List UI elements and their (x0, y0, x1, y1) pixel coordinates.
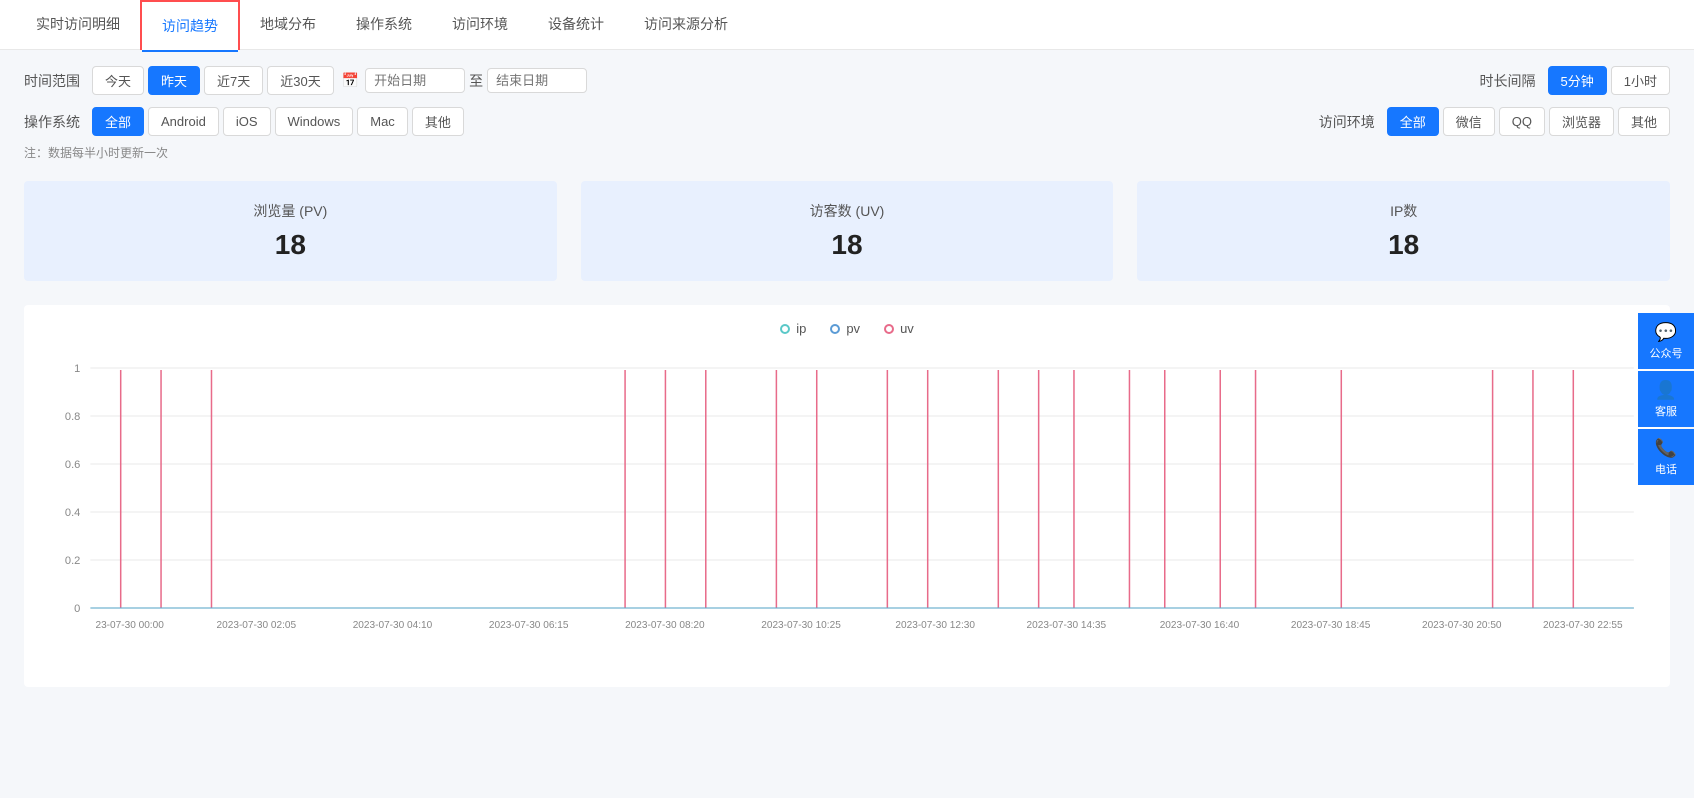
svg-text:2023-07-30 16:40: 2023-07-30 16:40 (1160, 620, 1240, 631)
stat-card-ip: IP数 18 (1137, 181, 1670, 281)
chart-area: ip pv uv 1 0.8 0.6 0.4 0.2 0 (24, 305, 1670, 687)
top-nav-tabs: 实时访问明细访问趋势地域分布操作系统访问环境设备统计访问来源分析 (0, 0, 1694, 50)
floating-buttons: 💬 公众号 👤 客服 📞 电话 (1638, 313, 1694, 485)
interval-options: 5分钟1小时 (1548, 66, 1670, 95)
tab-env[interactable]: 访问环境 (432, 0, 528, 49)
os-filter-row: 操作系统 全部AndroidiOSWindowsMac其他 访问环境 全部微信Q… (24, 107, 1670, 136)
end-date-input[interactable] (487, 68, 587, 93)
svg-text:2023-07-30 22:55: 2023-07-30 22:55 (1543, 620, 1623, 631)
os-option-windows[interactable]: Windows (275, 107, 354, 136)
legend-dot-ip (780, 324, 790, 334)
svg-text:2023-07-30 02:05: 2023-07-30 02:05 (217, 620, 297, 631)
floating-btn-icon-wechat: 💬 (1655, 322, 1677, 343)
svg-text:2023-07-30 10:25: 2023-07-30 10:25 (761, 620, 841, 631)
floating-btn-phone[interactable]: 📞 电话 (1638, 429, 1694, 485)
time-option-30days[interactable]: 近30天 (267, 66, 333, 95)
floating-btn-wechat[interactable]: 💬 公众号 (1638, 313, 1694, 369)
time-options: 今天昨天近7天近30天 (92, 66, 334, 95)
os-option-android[interactable]: Android (148, 107, 219, 136)
main-content: 时间范围 今天昨天近7天近30天 📅 至 时长间隔 5分钟1小时 操作系统 全部… (0, 50, 1694, 798)
tab-realtime[interactable]: 实时访问明细 (16, 0, 140, 49)
svg-text:2023-07-30 06:15: 2023-07-30 06:15 (489, 620, 569, 631)
env-options: 全部微信QQ浏览器其他 (1387, 107, 1670, 136)
calendar-icon: 📅 (342, 72, 359, 89)
floating-btn-icon-service: 👤 (1655, 380, 1677, 401)
svg-text:0.8: 0.8 (65, 411, 80, 423)
time-range-label: 时间范围 (24, 71, 80, 91)
stat-title-ip: IP数 (1161, 201, 1646, 221)
tab-device[interactable]: 设备统计 (528, 0, 624, 49)
env-option-wechat[interactable]: 微信 (1443, 107, 1495, 136)
date-range-group: 📅 至 (342, 68, 587, 93)
env-filter-group: 访问环境 全部微信QQ浏览器其他 (1319, 107, 1670, 136)
tab-region[interactable]: 地域分布 (240, 0, 336, 49)
svg-text:2023-07-30 14:35: 2023-07-30 14:35 (1027, 620, 1107, 631)
tab-os[interactable]: 操作系统 (336, 0, 432, 49)
legend-label-uv: uv (900, 321, 914, 336)
svg-text:0: 0 (74, 603, 80, 615)
os-option-mac[interactable]: Mac (357, 107, 408, 136)
svg-text:2023-07-30 04:10: 2023-07-30 04:10 (353, 620, 433, 631)
stat-title-pv: 浏览量 (PV) (48, 201, 533, 221)
stat-value-ip: 18 (1161, 229, 1646, 261)
stat-value-uv: 18 (605, 229, 1090, 261)
stat-card-uv: 访客数 (UV) 18 (581, 181, 1114, 281)
legend-item-uv: uv (884, 321, 914, 336)
stat-card-pv: 浏览量 (PV) 18 (24, 181, 557, 281)
svg-text:1: 1 (74, 363, 80, 375)
svg-text:0.4: 0.4 (65, 507, 80, 519)
legend-label-pv: pv (846, 321, 860, 336)
interval-option-1hour[interactable]: 1小时 (1611, 66, 1670, 95)
svg-text:2023-07-30 12:30: 2023-07-30 12:30 (895, 620, 975, 631)
os-option-other[interactable]: 其他 (412, 107, 464, 136)
floating-btn-label-wechat: 公众号 (1650, 345, 1683, 361)
os-option-all[interactable]: 全部 (92, 107, 144, 136)
legend-item-pv: pv (830, 321, 860, 336)
date-separator: 至 (469, 71, 483, 91)
stat-value-pv: 18 (48, 229, 533, 261)
env-option-browser[interactable]: 浏览器 (1549, 107, 1614, 136)
env-option-all[interactable]: 全部 (1387, 107, 1439, 136)
chart-svg-wrapper: 1 0.8 0.6 0.4 0.2 0 (40, 348, 1654, 671)
time-range-filter-row: 时间范围 今天昨天近7天近30天 📅 至 时长间隔 5分钟1小时 (24, 66, 1670, 95)
time-option-7days[interactable]: 近7天 (204, 66, 263, 95)
interval-option-5min[interactable]: 5分钟 (1548, 66, 1607, 95)
floating-btn-label-phone: 电话 (1655, 461, 1677, 477)
svg-text:0.6: 0.6 (65, 459, 80, 471)
os-options: 全部AndroidiOSWindowsMac其他 (92, 107, 464, 136)
svg-text:0.2: 0.2 (65, 555, 80, 567)
svg-text:2023-07-30 18:45: 2023-07-30 18:45 (1291, 620, 1371, 631)
floating-btn-icon-phone: 📞 (1655, 438, 1677, 459)
legend-dot-pv (830, 324, 840, 334)
env-label: 访问环境 (1319, 112, 1375, 132)
time-option-today[interactable]: 今天 (92, 66, 144, 95)
floating-btn-service[interactable]: 👤 客服 (1638, 371, 1694, 427)
floating-btn-label-service: 客服 (1655, 403, 1677, 419)
interval-label: 时长间隔 (1480, 71, 1536, 91)
time-option-yesterday[interactable]: 昨天 (148, 66, 200, 95)
os-option-ios[interactable]: iOS (223, 107, 271, 136)
stats-cards: 浏览量 (PV) 18 访客数 (UV) 18 IP数 18 (24, 181, 1670, 281)
svg-text:2023-07-30 20:50: 2023-07-30 20:50 (1422, 620, 1502, 631)
note-text: 注：数据每半小时更新一次 (24, 144, 1670, 161)
svg-text:23-07-30 00:00: 23-07-30 00:00 (95, 620, 164, 631)
svg-text:2023-07-30 08:20: 2023-07-30 08:20 (625, 620, 705, 631)
legend-dot-uv (884, 324, 894, 334)
legend-item-ip: ip (780, 321, 806, 336)
env-option-qq[interactable]: QQ (1499, 107, 1545, 136)
env-option-other[interactable]: 其他 (1618, 107, 1670, 136)
chart-svg: 1 0.8 0.6 0.4 0.2 0 (40, 348, 1654, 668)
tab-trend[interactable]: 访问趋势 (140, 0, 240, 50)
start-date-input[interactable] (365, 68, 465, 93)
stat-title-uv: 访客数 (UV) (605, 201, 1090, 221)
legend-label-ip: ip (796, 321, 806, 336)
interval-filter-group: 时长间隔 5分钟1小时 (1480, 66, 1670, 95)
tab-source[interactable]: 访问来源分析 (624, 0, 748, 49)
chart-legend: ip pv uv (40, 321, 1654, 336)
os-label: 操作系统 (24, 112, 80, 132)
